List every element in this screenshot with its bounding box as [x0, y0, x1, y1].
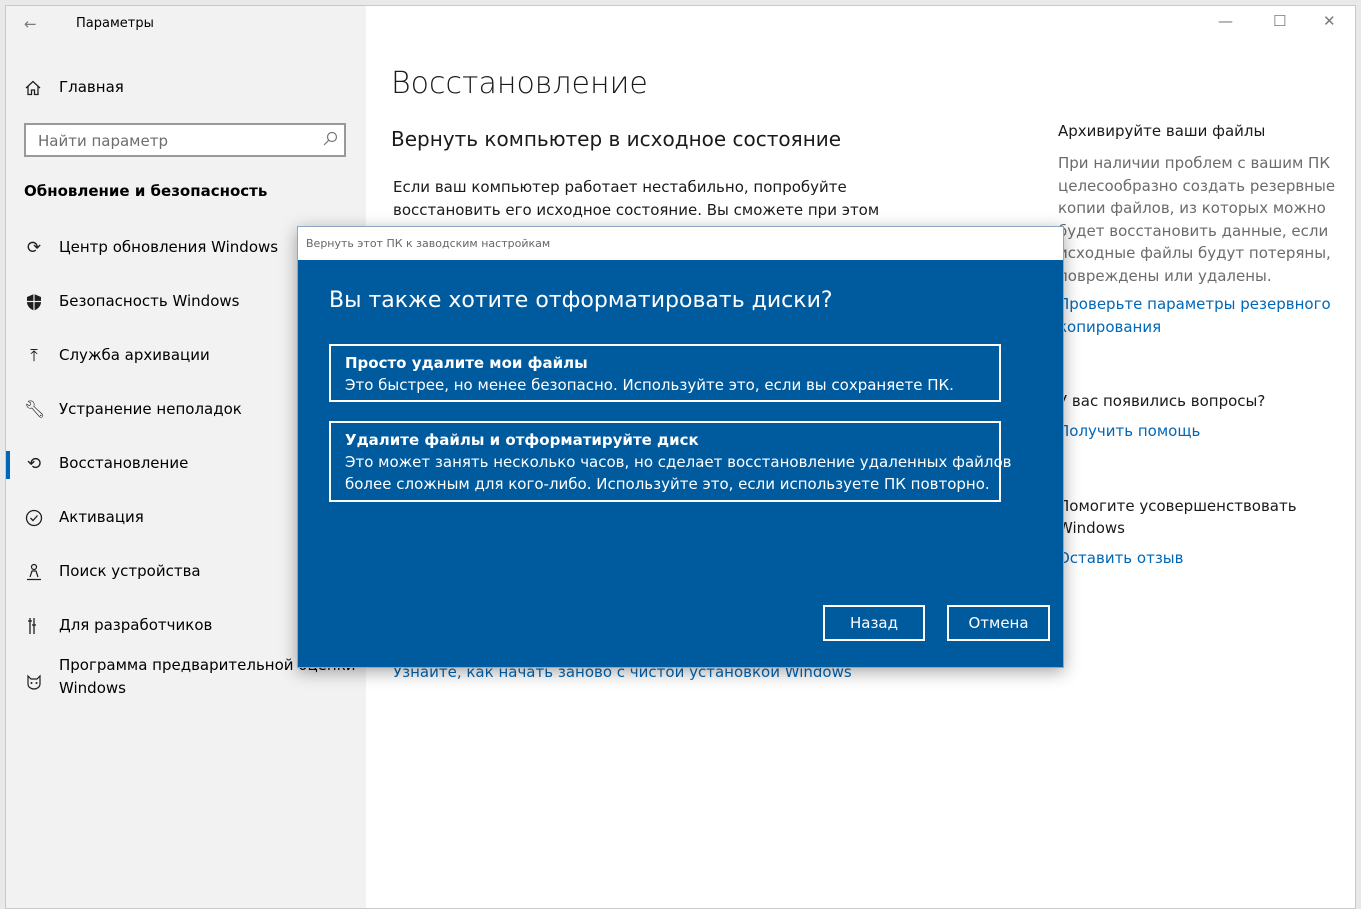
backup-arrow-icon: ⤒ [30, 346, 38, 366]
sidebar-item-label: Восстановление [59, 454, 189, 472]
section-subtitle: Вернуть компьютер в исходное состояние [391, 127, 842, 151]
home-icon[interactable] [24, 79, 42, 97]
close-icon[interactable]: ✕ [1323, 12, 1336, 30]
option-title: Просто удалите мои файлы [345, 354, 588, 372]
developer-icon [28, 618, 36, 634]
improve-title: Помогите усовершенствовать Windows [1058, 496, 1297, 537]
option-remove-and-format[interactable]: Удалите файлы и отформатируйте диск Это … [329, 421, 1012, 502]
recovery-icon: ⟲ [26, 454, 42, 474]
cancel-button[interactable]: Отмена [947, 605, 1050, 641]
dialog-body: Вы также хотите отформатировать диски? П… [298, 260, 1063, 667]
dialog-question: Вы также хотите отформатировать диски? [329, 288, 833, 313]
arrow-left-icon[interactable]: ← [24, 15, 37, 33]
sidebar-item-label: Безопасность Windows [59, 292, 240, 310]
sidebar-item-label: Активация [59, 508, 144, 526]
sidebar-item-label-line2: Windows [59, 678, 126, 697]
insider-cat-icon [27, 674, 41, 690]
option-description: Это быстрее, но менее безопасно. Использ… [345, 376, 954, 394]
shield-icon [27, 294, 41, 311]
option-title: Удалите файлы и отформатируйте диск [345, 431, 699, 449]
option-description-line2: более сложным для кого-либо. Используйте… [345, 475, 990, 493]
dialog-titlebar[interactable]: Вернуть этот ПК к заводским настройкам [298, 227, 1063, 260]
search-icon[interactable] [322, 131, 338, 147]
reset-description: Если ваш компьютер работает нестабильно,… [393, 176, 903, 222]
backup-title: Архивируйте ваши файлы [1058, 122, 1266, 140]
sidebar-item-label: Устранение неполадок [59, 400, 242, 418]
feedback-link[interactable]: Оставить отзыв [1058, 547, 1348, 570]
questions-title: У вас появились вопросы? [1058, 392, 1266, 410]
page-title: Восстановление [391, 66, 648, 101]
search-placeholder: Найти параметр [38, 132, 168, 150]
minimize-icon[interactable]: — [1218, 12, 1233, 30]
person-location-icon [27, 563, 41, 581]
get-help-link[interactable]: Получить помощь [1058, 420, 1348, 443]
backup-text: При наличии проблем с вашим ПК целесообр… [1058, 154, 1336, 285]
sidebar-item-label: Центр обновления Windows [59, 238, 279, 256]
home-link[interactable]: Главная [59, 78, 124, 96]
section-title: Обновление и безопасность [24, 182, 268, 200]
sidebar-item-label: Служба архивации [59, 346, 210, 364]
sidebar-item-label: Поиск устройства [59, 562, 201, 580]
reset-pc-dialog: Вернуть этот ПК к заводским настройкам В… [297, 226, 1064, 668]
dialog-title: Вернуть этот ПК к заводским настройкам [306, 237, 551, 250]
sidebar-item-label: Для разработчиков [59, 616, 213, 634]
refresh-icon: ⟳ [26, 238, 42, 258]
reset-description-line1: Если ваш компьютер работает нестабильно,… [393, 178, 847, 196]
check-circle-icon [25, 509, 43, 527]
back-button[interactable]: Назад [823, 605, 925, 641]
wrench-icon: 🔧︎ [24, 400, 46, 420]
backup-settings-link[interactable]: Проверьте параметры резервного копирован… [1058, 293, 1348, 338]
related-panel: Архивируйте ваши файлы При наличии пробл… [1058, 120, 1348, 569]
option-description-line1: Это может занять несколько часов, но сде… [345, 453, 1012, 471]
option-remove-files[interactable]: Просто удалите мои файлы Это быстрее, но… [329, 344, 1001, 402]
active-indicator [6, 451, 10, 479]
search-input[interactable]: Найти параметр [24, 123, 346, 157]
app-title: Параметры [76, 16, 154, 31]
reset-description-line2: восстановить его исходное состояние. Вы … [393, 201, 880, 219]
maximize-icon[interactable]: ☐ [1273, 12, 1286, 30]
